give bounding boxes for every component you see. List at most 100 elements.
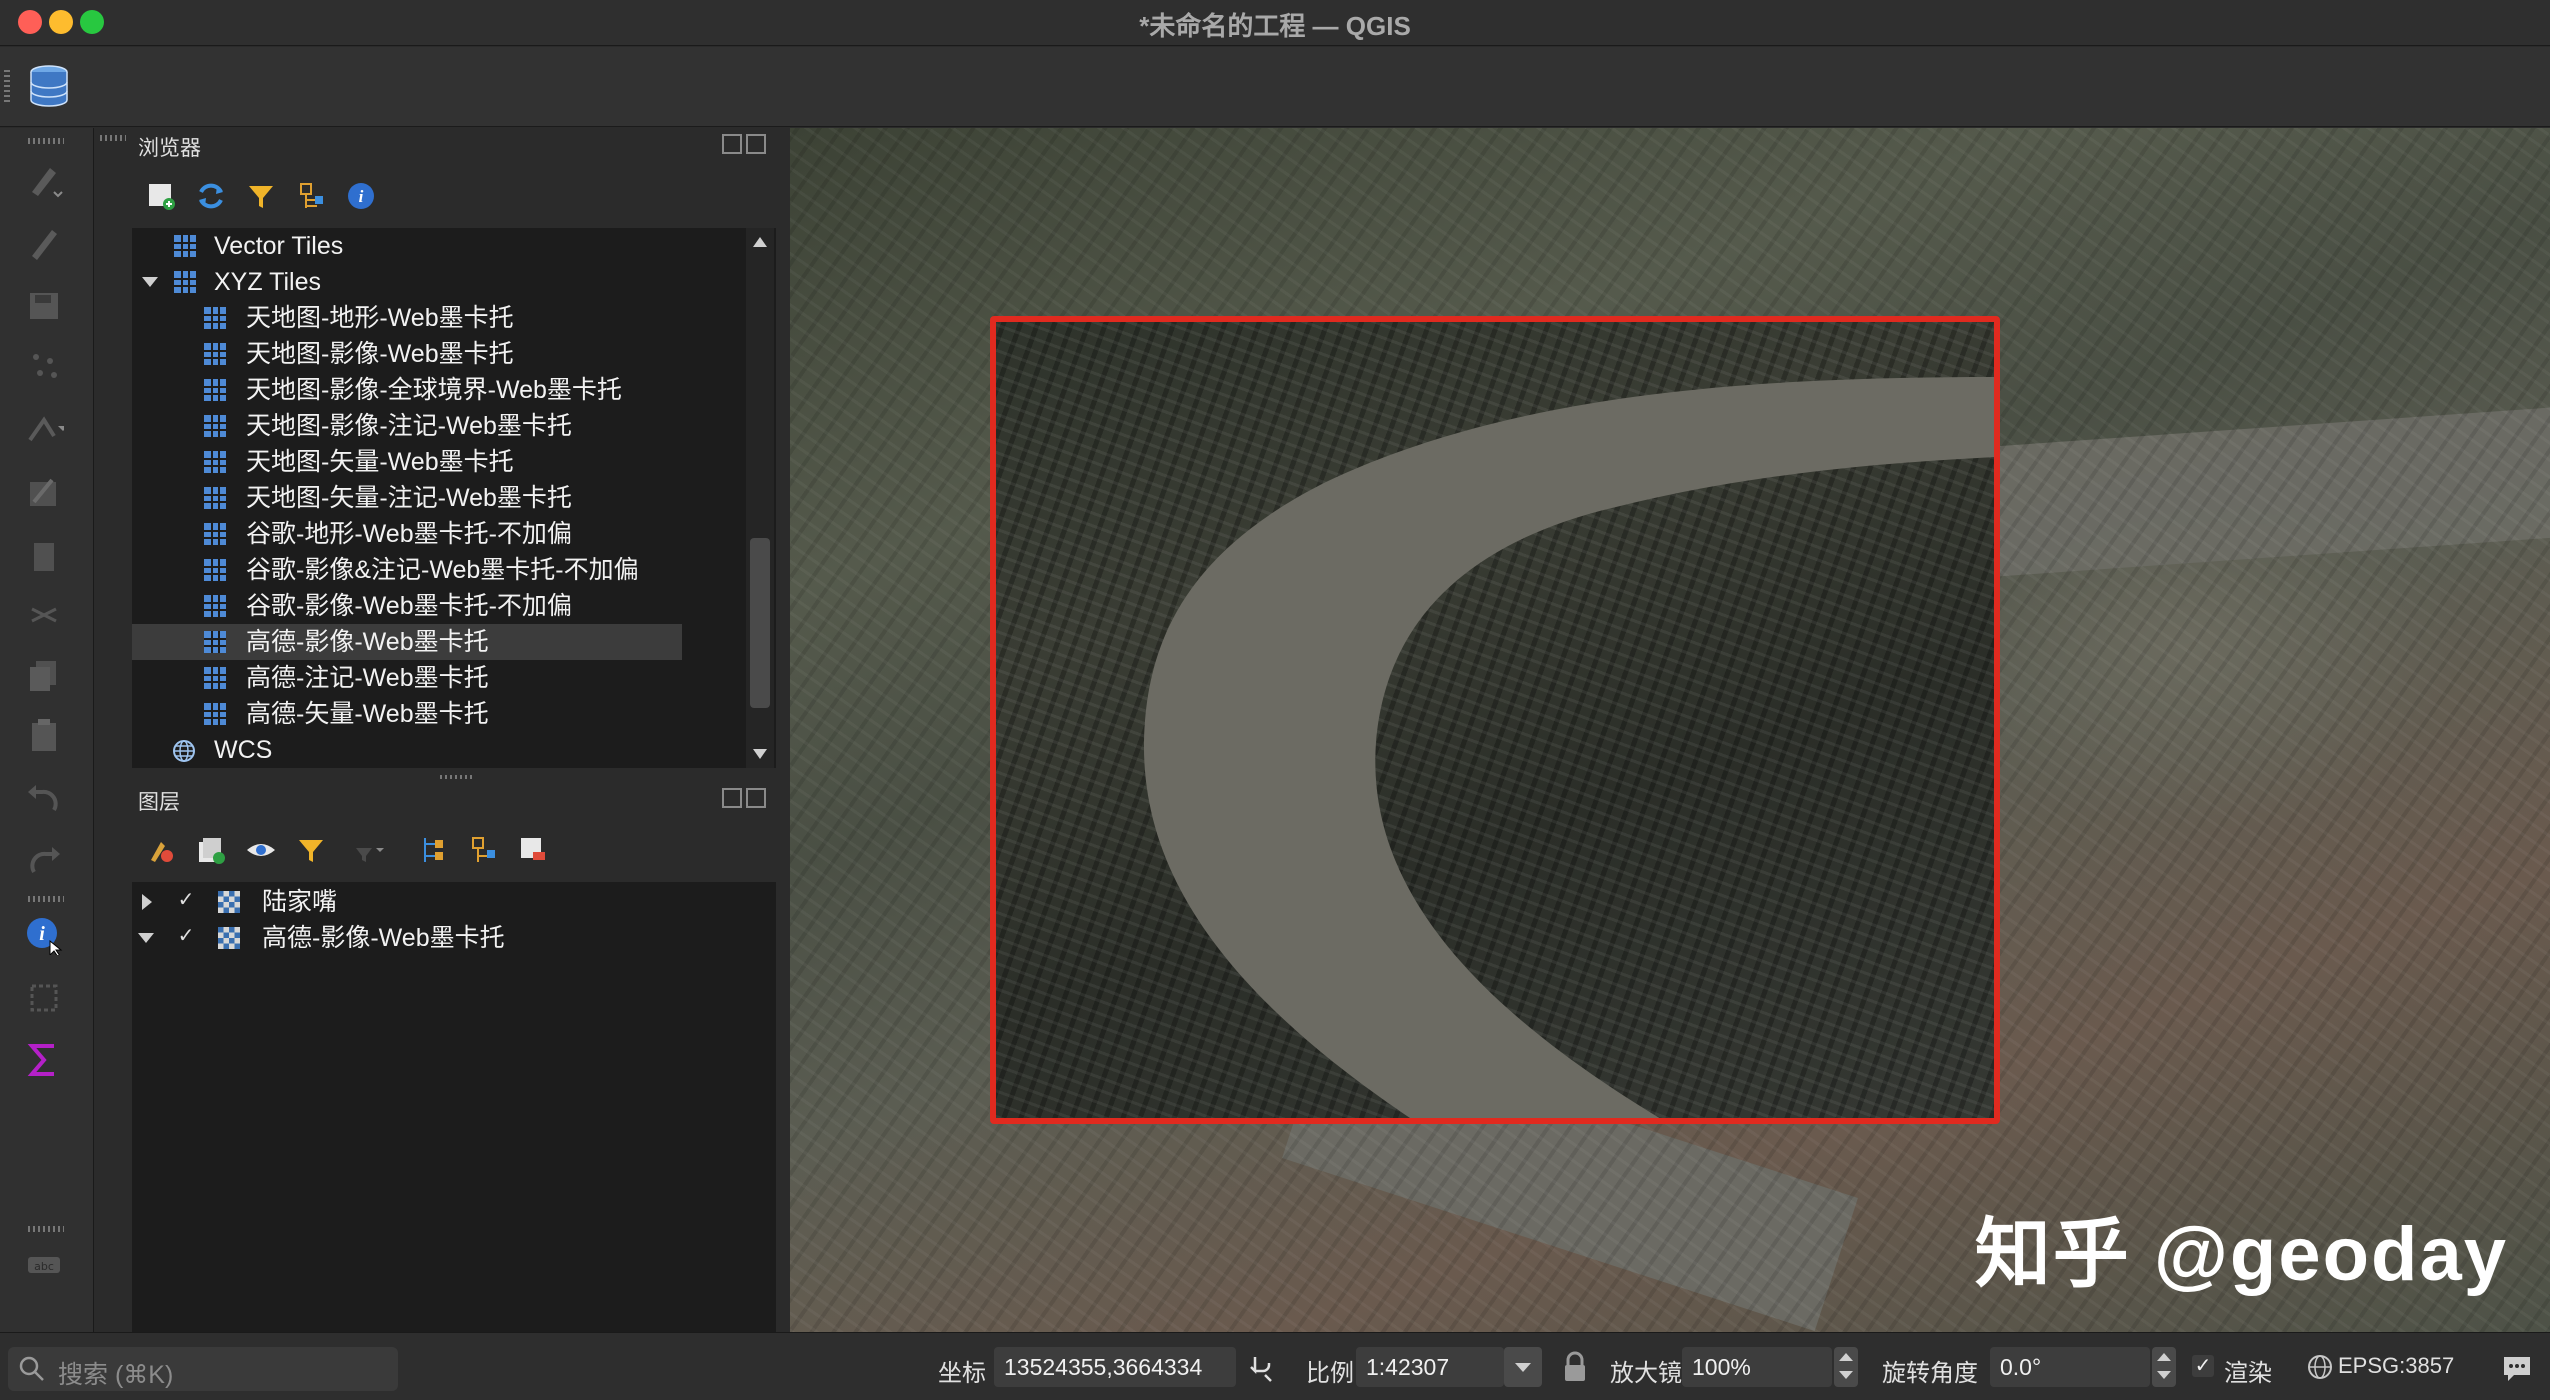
collapse-arrow-icon[interactable] [138,933,154,943]
chevron-up-icon[interactable] [2157,1353,2171,1361]
browser-scrollbar[interactable] [746,228,774,768]
browser-panel-window-buttons[interactable] [722,134,774,156]
tree-item-xyz-source[interactable]: 天地图-地形-Web墨卡托 [132,300,742,336]
crs-globe-icon[interactable] [2306,1353,2334,1381]
cut-features-icon[interactable] [22,593,66,637]
expand-arrow-icon[interactable] [142,277,158,287]
chevron-down-icon [1515,1363,1531,1372]
chevron-up-icon[interactable] [1839,1353,1853,1361]
identify-features-icon[interactable]: i [22,913,66,957]
remove-layer-icon[interactable] [515,832,551,868]
coordinate-label: 坐标 [938,1360,986,1387]
tree-item-xyz-source[interactable]: 天地图-影像-注记-Web墨卡托 [132,408,742,444]
tree-item-xyz-source[interactable]: 谷歌-影像-Web墨卡托-不加偏 [132,588,742,624]
qgis-window: *未命名的工程 — QGIS i abc 浏览器 i Vector Tiles … [0,0,2550,1400]
delete-selected-icon[interactable] [22,533,66,577]
search-icon [19,1356,44,1381]
panel-splitter[interactable] [440,775,472,779]
tile-grid-icon [204,703,226,725]
layers-panel-window-buttons[interactable] [722,788,774,810]
toolbar-grip[interactable] [28,138,64,144]
tree-item-xyz-source[interactable]: 高德-注记-Web墨卡托 [132,660,742,696]
modify-attributes-icon[interactable] [22,470,66,514]
tile-grid-icon [204,631,226,653]
paste-features-icon[interactable] [22,713,66,757]
scroll-thumb[interactable] [750,538,770,708]
toolbar-grip[interactable] [28,896,64,902]
edit-pencil-icon[interactable] [22,220,66,264]
add-group-icon[interactable] [193,832,229,868]
filter-legend-icon[interactable] [293,832,329,868]
tree-item-xyz-source[interactable]: 谷歌-地形-Web墨卡托-不加偏 [132,516,742,552]
select-features-icon[interactable] [22,976,66,1020]
float-panel-icon[interactable] [722,788,742,808]
toolbar-grip[interactable] [4,70,10,104]
layer-visibility-checkbox[interactable]: ✓ [176,926,196,946]
search-placeholder: 搜索 (⌘K) [58,1361,174,1389]
digitizing-toolbar: i abc [0,128,94,1332]
tree-item-xyz-source[interactable]: 天地图-矢量-注记-Web墨卡托 [132,480,742,516]
layer-row-gaode-imagery[interactable]: ✓ 高德-影像-Web墨卡托 [132,920,732,956]
lock-scale-icon[interactable] [1562,1351,1588,1383]
tree-item-wcs[interactable]: WCS [132,732,742,768]
raster-layer-icon [218,891,240,913]
add-selected-layers-icon[interactable] [143,178,179,214]
magnifier-stepper[interactable] [1834,1347,1858,1387]
collapse-all-layers-icon[interactable] [465,832,501,868]
properties-info-icon[interactable]: i [343,178,379,214]
chevron-down-icon[interactable] [1839,1371,1853,1379]
label-tool-icon[interactable]: abc [22,1243,66,1287]
layer-row-lujiazui[interactable]: ✓ 陆家嘴 [132,884,732,920]
tree-item-xyz-source[interactable]: 天地图-影像-Web墨卡托 [132,336,742,372]
filter-expression-icon[interactable] [350,832,386,868]
scale-combo[interactable]: 1:42307 [1356,1347,1504,1387]
filter-icon[interactable] [243,178,279,214]
undo-icon[interactable] [22,778,66,822]
panel-grip[interactable] [100,135,126,141]
collapse-all-icon[interactable] [293,178,329,214]
save-edits-icon[interactable] [22,283,66,327]
float-panel-icon[interactable] [722,134,742,154]
magnifier-spinbox[interactable]: 100% [1682,1347,1832,1387]
expand-arrow-icon[interactable] [142,894,152,910]
close-panel-icon[interactable] [746,134,766,154]
pencil-edit-icon[interactable] [22,158,66,202]
coordinate-field[interactable]: 13524355,3664334 [994,1347,1236,1387]
window-title: *未命名的工程 — QGIS [1139,11,1411,41]
copy-features-icon[interactable] [22,653,66,697]
rotation-stepper[interactable] [2152,1347,2176,1387]
toggle-extents-mouse-icon[interactable] [1245,1351,1279,1385]
tree-item-vector-tiles[interactable]: Vector Tiles [132,228,742,264]
expand-all-icon[interactable] [415,832,451,868]
scroll-down-arrow-icon[interactable] [753,749,767,759]
layer-visibility-checkbox[interactable]: ✓ [176,890,196,910]
tree-item-xyz-source[interactable]: 谷歌-影像&注记-Web墨卡托-不加偏 [132,552,742,588]
rotation-spinbox[interactable]: 0.0° [1990,1347,2150,1387]
data-source-manager-icon[interactable] [28,64,70,108]
statistics-sum-icon[interactable] [22,1038,66,1082]
scale-dropdown-button[interactable] [1504,1347,1542,1387]
tree-item-xyz-tiles[interactable]: XYZ Tiles [132,264,742,300]
style-manager-icon[interactable] [143,832,179,868]
redo-icon[interactable] [22,840,66,884]
map-canvas[interactable]: 知乎 @geoday [790,128,2550,1332]
tile-grid-icon [204,595,226,617]
add-point-icon[interactable] [22,343,66,387]
toolbar-grip[interactable] [28,1226,64,1232]
locator-search-input[interactable]: 搜索 (⌘K) [8,1347,398,1391]
render-checkbox[interactable]: ✓ [2192,1355,2214,1377]
tree-item-label: XYZ Tiles [214,268,321,296]
messages-icon[interactable] [2500,1351,2534,1385]
chevron-down-icon[interactable] [2157,1371,2171,1379]
tree-item-xyz-source-selected[interactable]: 高德-影像-Web墨卡托 [132,624,682,660]
tree-item-xyz-source[interactable]: 天地图-影像-全球境界-Web墨卡托 [132,372,742,408]
tree-item-label: 天地图-影像-Web墨卡托 [246,340,514,368]
tree-item-xyz-source[interactable]: 高德-矢量-Web墨卡托 [132,696,742,732]
close-panel-icon[interactable] [746,788,766,808]
scroll-up-arrow-icon[interactable] [753,237,767,247]
visibility-eye-icon[interactable] [243,832,279,868]
tree-item-xyz-source[interactable]: 天地图-矢量-Web墨卡托 [132,444,742,480]
crs-label[interactable]: EPSG:3857 [2338,1353,2454,1379]
refresh-icon[interactable] [193,178,229,214]
vertex-tool-icon[interactable] [22,408,66,452]
